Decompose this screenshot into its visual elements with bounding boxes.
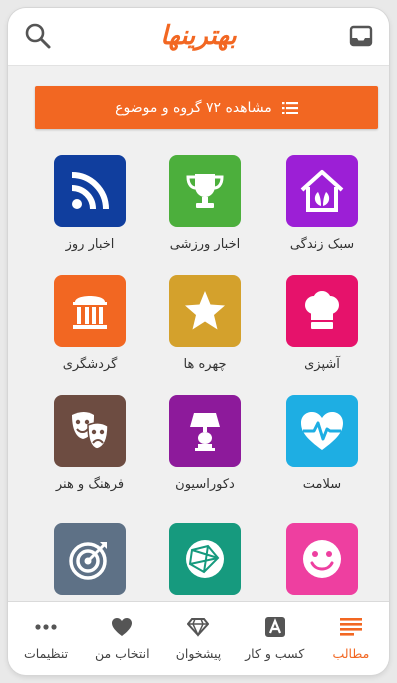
category-label: فرهنگ و هنر [55, 477, 125, 492]
diamond-icon [160, 616, 236, 638]
bottom-tab-bar: مطالب کسب و کار پیشخوان انتخاب من تنظیما… [8, 601, 389, 675]
category-lifestyle[interactable]: سبک زندگی [272, 155, 372, 252]
trophy-icon [169, 155, 241, 227]
category-health[interactable]: سلامت [272, 395, 372, 492]
globe-network-icon [169, 523, 241, 595]
lamp-icon [169, 395, 241, 467]
inbox-icon[interactable] [349, 24, 373, 48]
more-dots-icon [8, 616, 84, 638]
target-icon [54, 523, 126, 595]
rss-icon [54, 155, 126, 227]
category-decoration[interactable]: دکوراسیون [155, 395, 255, 492]
tab-settings[interactable]: تنظیمات [8, 602, 84, 675]
list-icon [281, 101, 298, 114]
chef-hat-icon [286, 275, 358, 347]
theater-masks-icon [54, 395, 126, 467]
category-label: آشپزی [304, 357, 340, 372]
smiley-icon [286, 523, 358, 595]
heart-icon [84, 616, 160, 638]
tab-my-picks[interactable]: انتخاب من [84, 602, 160, 675]
heart-pulse-icon [286, 395, 358, 467]
category-label: اخبار ورزشی [169, 237, 241, 252]
category-cooking[interactable]: آشپزی [272, 275, 372, 372]
app-frame: بهترینها مشاهده ۷۲ گروه و موضوع سبک زندگ… [8, 8, 389, 675]
tab-label: انتخاب من [95, 646, 150, 661]
category-label: گردشگری [62, 357, 118, 372]
top-bar: بهترینها [8, 8, 389, 66]
tab-label: کسب و کار [245, 646, 305, 661]
category-tourism[interactable]: گردشگری [40, 275, 140, 372]
category-goals[interactable] [40, 523, 140, 595]
letter-a-icon [237, 616, 313, 638]
category-daily-news[interactable]: اخبار روز [40, 155, 140, 252]
home-leaf-icon [286, 155, 358, 227]
category-label: سلامت [302, 477, 342, 492]
tab-label: پیشخوان [175, 646, 222, 661]
star-icon [169, 275, 241, 347]
tab-articles[interactable]: مطالب [313, 602, 389, 675]
app-logo[interactable]: بهترینها [160, 14, 237, 58]
category-fun[interactable] [272, 523, 372, 595]
tab-business[interactable]: کسب و کار [237, 602, 313, 675]
tab-label: تنظیمات [24, 646, 69, 661]
search-icon[interactable] [24, 22, 52, 50]
category-label: دکوراسیون [175, 477, 235, 492]
category-culture-art[interactable]: فرهنگ و هنر [40, 395, 140, 492]
view-all-groups-label: مشاهده ۷۲ گروه و موضوع [115, 99, 272, 116]
category-label: اخبار روز [65, 237, 115, 252]
view-all-groups-button[interactable]: مشاهده ۷۲ گروه و موضوع [35, 86, 378, 129]
category-sports-news[interactable]: اخبار ورزشی [155, 155, 255, 252]
list-lines-icon [313, 616, 389, 638]
tab-label: مطالب [332, 646, 370, 661]
category-technology[interactable] [155, 523, 255, 595]
category-celebrities[interactable]: چهره ها [155, 275, 255, 372]
category-label: سبک زندگی [289, 237, 355, 252]
tab-newsstand[interactable]: پیشخوان [160, 602, 236, 675]
museum-icon [54, 275, 126, 347]
category-label: چهره ها [183, 357, 227, 372]
